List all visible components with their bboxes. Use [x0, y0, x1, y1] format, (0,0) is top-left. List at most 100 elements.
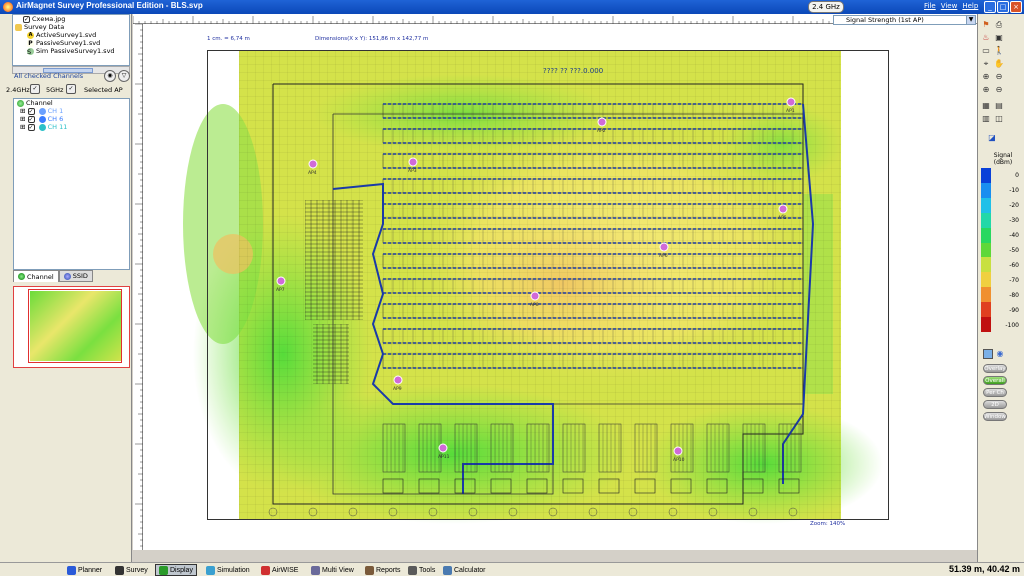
display-icon[interactable]: ▭: [981, 46, 991, 56]
display-mode-dropdown[interactable]: Signal Strength (1st AP) ▼: [833, 15, 976, 25]
chevron-down-icon[interactable]: ▼: [966, 16, 975, 24]
minimize-button[interactable]: _: [984, 1, 996, 13]
legend-color-segment: [981, 197, 991, 213]
heatmap-tool-icon[interactable]: ♨: [981, 33, 991, 43]
menu-file[interactable]: File: [924, 2, 936, 10]
tab-channel[interactable]: Channel: [13, 270, 59, 282]
zoom-in-icon[interactable]: ⊕: [981, 72, 991, 82]
zoom-out-icon[interactable]: ⊖: [994, 72, 1004, 82]
legend-icon[interactable]: ◪: [987, 133, 997, 143]
overall-button[interactable]: Overall: [983, 376, 1007, 385]
select-icon[interactable]: ⌖: [981, 59, 991, 69]
survey-icon: [115, 565, 124, 575]
eye-icon[interactable]: ◉: [104, 70, 116, 82]
hand-icon[interactable]: ✋: [994, 59, 1004, 69]
ssid-tab-icon: [63, 272, 71, 280]
window-title: AirMagnet Survey Professional Edition - …: [16, 1, 203, 10]
tab-multi-view[interactable]: Multi View: [308, 564, 357, 576]
menu-bar: File View Help: [924, 2, 978, 10]
channel-tree[interactable]: Channel ⊞ ✓ CH 1 ⊞ ✓ CH 6 ⊞ ✓ CH 11: [13, 98, 130, 270]
multi-view-icon: [311, 565, 320, 575]
mode-tabs-bar: Planner Survey Display Simulation AirWIS…: [0, 562, 1024, 576]
channel-color-icon: [38, 115, 46, 123]
map-overview[interactable]: [13, 286, 130, 368]
tab-calculator[interactable]: Calculator: [440, 564, 489, 576]
legend-label: -20: [1009, 202, 1019, 210]
tab-survey[interactable]: Survey: [112, 564, 151, 576]
band-24-toggle[interactable]: ✓: [30, 84, 40, 94]
calculator-icon: [443, 565, 452, 575]
legend-label: -30: [1009, 217, 1019, 225]
channel-tab-icon: [18, 273, 25, 280]
tab-reports[interactable]: Reports: [362, 564, 404, 576]
ap-tool-icon[interactable]: ⚑: [981, 20, 991, 30]
legend-title-line: Signal (dBm): [993, 152, 1013, 166]
channel-item-6[interactable]: ⊞ ✓ CH 6: [14, 115, 129, 123]
save-icon[interactable]: ▣: [994, 33, 1004, 43]
channels-header: All checked Channels ◉ ▽: [12, 70, 130, 82]
legend-color-segment: [981, 212, 991, 228]
checkbox-icon[interactable]: ✓: [23, 15, 30, 23]
floor-plan-view[interactable]: 1 cm. = 6,74 m Dimensions(X x Y): 151,86…: [143, 24, 977, 550]
tree-item-survey-data[interactable]: Survey Data: [13, 23, 129, 31]
channel-icon: [17, 99, 24, 107]
book-icon[interactable]: ◫: [994, 114, 1004, 124]
tab-simulation[interactable]: Simulation: [203, 564, 253, 576]
tab-display[interactable]: Display: [155, 564, 197, 576]
grid-icon[interactable]: ▦: [981, 101, 991, 111]
tab-airwise[interactable]: AirWISE: [258, 564, 301, 576]
zoom-fit-icon[interactable]: ⊕: [981, 85, 991, 95]
channel-item-11[interactable]: ⊞ ✓ CH 11: [14, 123, 129, 131]
2d-button[interactable]: 2D: [983, 400, 1007, 409]
menu-view[interactable]: View: [941, 2, 958, 10]
per-channel-button[interactable]: Per Ch: [983, 388, 1007, 397]
tree-item-active-survey[interactable]: A ActiveSurvey1.svd: [13, 31, 129, 39]
simulation-icon: [206, 565, 215, 575]
checkbox-icon[interactable]: ✓: [27, 123, 35, 131]
close-button[interactable]: ×: [1010, 1, 1022, 13]
expand-icon[interactable]: ⊞: [20, 107, 25, 115]
color-scheme-icon[interactable]: [983, 349, 993, 359]
legend-label: -90: [1009, 306, 1019, 314]
legend-color-segment: [981, 317, 991, 332]
cursor-coordinates: 51.39 m, 40.42 m: [948, 564, 1020, 574]
walk-icon[interactable]: 🚶: [994, 46, 1004, 56]
tab-tools[interactable]: Tools: [405, 564, 438, 576]
expand-icon[interactable]: ⊞: [20, 123, 25, 131]
sim-survey-icon: S: [27, 47, 34, 56]
reports-icon: [365, 565, 374, 575]
zoom-reset-icon[interactable]: ⊖: [994, 85, 1004, 95]
channel-tree-root[interactable]: Channel: [14, 99, 129, 107]
expand-icon[interactable]: ⊞: [20, 115, 25, 123]
maximize-button[interactable]: □: [997, 1, 1009, 13]
legend-color-segment: [981, 182, 991, 198]
tab-planner[interactable]: Planner: [64, 564, 105, 576]
overview-viewport[interactable]: [28, 289, 122, 363]
print-icon[interactable]: ⎙: [994, 20, 1004, 30]
app-logo-icon: [3, 2, 13, 12]
tree-item-image[interactable]: ✓ Схема.jpg: [13, 15, 129, 23]
menu-help[interactable]: Help: [962, 2, 978, 10]
layers-icon[interactable]: ▥: [981, 114, 991, 124]
window-button[interactable]: Window: [983, 412, 1007, 421]
band-5-toggle[interactable]: ✓: [66, 84, 76, 94]
project-tree[interactable]: ✓ Схема.jpg Survey Data A ActiveSurvey1.sv…: [12, 14, 130, 66]
band-24-label: 2.4GHz: [6, 86, 30, 94]
tree-item-sim-survey[interactable]: S Sim PassiveSurvey1.svd: [13, 47, 129, 56]
channel-item-1[interactable]: ⊞ ✓ CH 1: [14, 107, 129, 115]
band-selector-button[interactable]: 2.4 GHz: [808, 1, 844, 13]
tools-icon: [408, 565, 417, 575]
legend-color-segment: [981, 242, 991, 258]
checkbox-icon[interactable]: ✓: [27, 115, 35, 123]
tab-ssid[interactable]: SSID: [58, 270, 93, 282]
legend-color-segment: [981, 257, 991, 273]
filter-icon[interactable]: ▽: [118, 70, 130, 82]
window-icon[interactable]: ▤: [994, 101, 1004, 111]
checkbox-icon[interactable]: ✓: [27, 107, 35, 115]
legend-label: -40: [1009, 232, 1019, 240]
overlay-button[interactable]: Overlay: [983, 364, 1007, 373]
tree-item-passive-survey[interactable]: P PassiveSurvey1.svd: [13, 39, 129, 47]
radio-option-icon[interactable]: ◉: [995, 349, 1005, 359]
legend-label: -100: [1005, 321, 1019, 329]
airwise-icon: [261, 565, 270, 575]
